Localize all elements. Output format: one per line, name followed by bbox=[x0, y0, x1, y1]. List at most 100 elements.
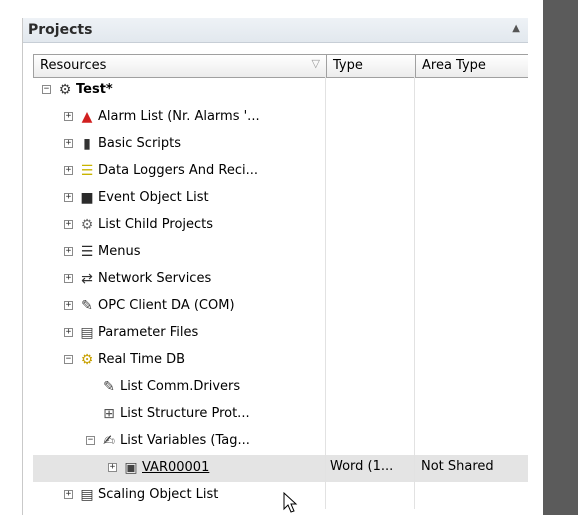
tree-row[interactable]: − ⚙ Test* bbox=[33, 77, 528, 104]
resource-tree: − ⚙ Test* + ▲ Alarm List (Nr. Alarms '... + ▮ Ba… bbox=[33, 77, 528, 509]
collapse-arrow-icon[interactable]: ▲ bbox=[512, 23, 520, 34]
type-cell bbox=[326, 239, 415, 266]
area-type-cell bbox=[415, 158, 528, 185]
resource-cell: ⊞ List Structure Prot... bbox=[33, 401, 326, 428]
resource-cell: + ▤ Parameter Files bbox=[33, 320, 326, 347]
resource-cell: + ▮ Basic Scripts bbox=[33, 131, 326, 158]
projects-panel: Projects ▲ Resources ▽ Type Area Type − ⚙ T… bbox=[22, 18, 528, 515]
type-cell: Word (1... bbox=[326, 455, 415, 482]
tree-row[interactable]: + ⚙ List Child Projects bbox=[33, 212, 528, 239]
column-resources-label: Resources bbox=[40, 58, 107, 73]
expand-icon[interactable]: + bbox=[64, 220, 73, 229]
type-cell bbox=[326, 212, 415, 239]
expand-icon[interactable]: + bbox=[64, 193, 73, 202]
structure-icon: ⊞ bbox=[103, 406, 115, 422]
resource-label: Network Services bbox=[98, 271, 212, 286]
resource-label: List Structure Prot... bbox=[120, 406, 250, 421]
tree-row[interactable]: + ⇄ Network Services bbox=[33, 266, 528, 293]
expand-icon[interactable]: + bbox=[64, 328, 73, 337]
resource-cell: + ☰ Menus bbox=[33, 239, 326, 266]
tree-row[interactable]: ⊞ List Structure Prot... bbox=[33, 401, 528, 428]
resource-label: List Variables (Tag... bbox=[120, 433, 250, 448]
resource-label: Test* bbox=[76, 82, 113, 97]
gear-icon: ⚙ bbox=[58, 82, 72, 98]
area-type-cell bbox=[415, 266, 528, 293]
area-type-cell bbox=[415, 293, 528, 320]
area-type-cell: Not Shared bbox=[421, 459, 494, 474]
area-type-cell bbox=[415, 239, 528, 266]
resource-cell: + ■ Event Object List bbox=[33, 185, 326, 212]
column-area-type[interactable]: Area Type bbox=[416, 55, 528, 77]
filter-icon[interactable]: ▽ bbox=[312, 57, 320, 70]
resource-cell: ✎ List Comm.Drivers bbox=[33, 374, 326, 401]
database-icon: ☰ bbox=[80, 163, 94, 179]
resource-label: List Comm.Drivers bbox=[120, 379, 241, 394]
tree-row[interactable]: + ✎ OPC Client DA (COM) bbox=[33, 293, 528, 320]
expand-icon[interactable]: + bbox=[108, 463, 117, 472]
expand-icon[interactable]: + bbox=[64, 247, 73, 256]
resource-cell: − ⚙ Real Time DB bbox=[33, 347, 326, 374]
column-type[interactable]: Type bbox=[327, 55, 416, 77]
resource-cell: − ✍ List Variables (Tag... bbox=[33, 428, 326, 455]
column-resources[interactable]: Resources ▽ bbox=[34, 55, 327, 77]
resource-label: Parameter Files bbox=[98, 325, 199, 340]
resource-label: OPC Client DA (COM) bbox=[98, 298, 235, 313]
tree-row[interactable]: − ✍ List Variables (Tag... bbox=[33, 428, 528, 455]
opc-icon: ✎ bbox=[81, 298, 93, 314]
area-type-cell bbox=[415, 131, 528, 158]
alarm-bell-icon: ▲ bbox=[81, 109, 93, 125]
resource-label: Basic Scripts bbox=[98, 136, 182, 151]
tree-row[interactable]: + ■ Event Object List bbox=[33, 185, 528, 212]
area-type-cell bbox=[415, 185, 528, 212]
resource-label: Alarm List (Nr. Alarms '... bbox=[98, 109, 260, 124]
type-cell bbox=[326, 347, 415, 374]
tree-row[interactable]: + ▤ Parameter Files bbox=[33, 320, 528, 347]
type-cell bbox=[326, 185, 415, 212]
tree-row[interactable]: − ⚙ Real Time DB bbox=[33, 347, 528, 374]
variables-icon: ✍ bbox=[103, 433, 115, 449]
tree-row[interactable]: + ☰ Menus bbox=[33, 239, 528, 266]
resource-cell: + ⇄ Network Services bbox=[33, 266, 326, 293]
area-type-cell bbox=[415, 347, 528, 374]
resource-cell: + ▲ Alarm List (Nr. Alarms '... bbox=[33, 104, 326, 131]
tree-row[interactable]: + ☰ Data Loggers And Reci... bbox=[33, 158, 528, 185]
tree-row[interactable]: + ▲ Alarm List (Nr. Alarms '... bbox=[33, 104, 528, 131]
panel-titlebar: Projects ▲ bbox=[23, 18, 528, 43]
realtime-db-icon: ⚙ bbox=[80, 352, 94, 368]
tree-row[interactable]: + ▮ Basic Scripts bbox=[33, 131, 528, 158]
area-type-cell bbox=[415, 212, 528, 239]
resource-cell: + ⚙ List Child Projects bbox=[33, 212, 326, 239]
parameter-file-icon: ▤ bbox=[80, 325, 94, 341]
type-cell bbox=[326, 158, 415, 185]
area-type-cell bbox=[415, 482, 528, 509]
network-icon: ⇄ bbox=[81, 271, 93, 287]
expand-icon[interactable]: + bbox=[64, 112, 73, 121]
collapse-icon[interactable]: − bbox=[64, 355, 73, 364]
expand-icon[interactable]: + bbox=[64, 301, 73, 310]
area-type-cell bbox=[415, 104, 528, 131]
collapse-icon[interactable]: − bbox=[86, 436, 95, 445]
type-cell bbox=[326, 320, 415, 347]
type-cell bbox=[326, 77, 415, 104]
expand-icon[interactable]: + bbox=[64, 139, 73, 148]
child-projects-icon: ⚙ bbox=[80, 217, 94, 233]
expand-icon[interactable]: + bbox=[64, 274, 73, 283]
area-type-cell bbox=[415, 374, 528, 401]
vertical-scrollbar[interactable] bbox=[543, 0, 578, 515]
tree-row[interactable]: + ▣ VAR00001 Word (1... Not Shared bbox=[33, 455, 528, 482]
column-area-type-label: Area Type bbox=[422, 58, 486, 73]
collapse-icon[interactable]: − bbox=[42, 85, 51, 94]
mouse-cursor-icon bbox=[283, 492, 298, 513]
resource-label: List Child Projects bbox=[98, 217, 214, 232]
scaling-icon: ▤ bbox=[80, 487, 94, 503]
expand-icon[interactable]: + bbox=[64, 166, 73, 175]
resource-label: Data Loggers And Reci... bbox=[98, 163, 259, 178]
type-cell bbox=[326, 131, 415, 158]
area-type-cell bbox=[415, 77, 528, 104]
expand-icon[interactable]: + bbox=[64, 490, 73, 499]
tree-row[interactable]: + ▤ Scaling Object List bbox=[33, 482, 528, 509]
type-cell bbox=[326, 266, 415, 293]
tree-row[interactable]: ✎ List Comm.Drivers bbox=[33, 374, 528, 401]
panel-title: Projects bbox=[28, 22, 93, 38]
column-type-label: Type bbox=[333, 58, 363, 73]
